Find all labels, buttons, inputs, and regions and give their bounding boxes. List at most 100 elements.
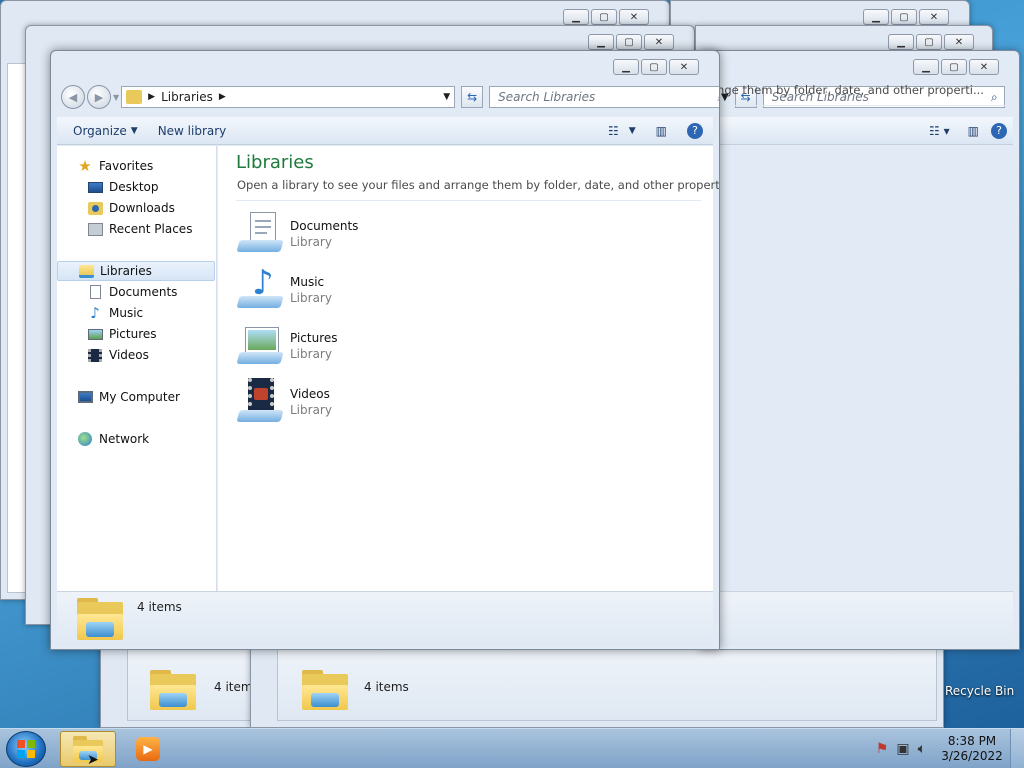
documents-icon — [87, 284, 103, 300]
refresh-icon[interactable]: ⇆ — [461, 86, 484, 108]
nav-libraries[interactable]: Libraries — [57, 261, 215, 281]
change-view-button[interactable]: ☷ ▼ — [598, 124, 646, 138]
background-window-4-caption-buttons: ▁ ▢ ✕ — [888, 34, 974, 50]
clock-time: 8:38 PM — [947, 734, 997, 748]
maximize-icon[interactable]: ▢ — [616, 34, 642, 50]
address-bar[interactable]: ▶ Libraries ▶ ▼ — [121, 86, 456, 108]
recycle-bin-label[interactable]: Recycle Bin — [945, 684, 1014, 698]
details-pane: 4 items — [57, 591, 713, 646]
library-item-type: Library — [290, 403, 332, 417]
close-icon[interactable]: ✕ — [644, 34, 674, 50]
search-placeholder: Search Libraries — [498, 90, 596, 104]
organize-label: Organize — [73, 123, 127, 138]
nav-my-computer[interactable]: My Computer — [57, 387, 215, 407]
page-title: Libraries — [236, 152, 314, 173]
close-icon[interactable]: ✕ — [919, 9, 949, 25]
recent-pages-icon[interactable]: ▼ — [113, 93, 119, 102]
title-divider — [236, 200, 701, 201]
maximize-icon[interactable]: ▢ — [641, 59, 667, 75]
background-window-1-caption-buttons: ▁ ▢ ✕ — [563, 9, 649, 25]
minimize-icon[interactable]: ▁ — [888, 34, 914, 50]
nav-downloads-label: Downloads — [109, 201, 175, 215]
close-icon[interactable]: ✕ — [944, 34, 974, 50]
nav-favorites[interactable]: ★ Favorites — [57, 156, 215, 176]
help-icon[interactable]: ? — [991, 122, 1007, 139]
right-window-caption-buttons: ▁ ▢ ✕ — [913, 59, 999, 75]
library-item-type: Library — [290, 235, 332, 249]
library-item-pictures[interactable]: Pictures Library — [236, 320, 456, 372]
breadcrumb-arrow-icon[interactable]: ▶ — [219, 92, 226, 102]
nav-desktop[interactable]: Desktop — [57, 177, 215, 197]
windows-logo-icon — [17, 740, 35, 758]
action-center-icon[interactable]: ⚑ — [876, 741, 889, 757]
nav-videos[interactable]: Videos — [57, 345, 215, 365]
library-item-videos[interactable]: Videos Library — [236, 376, 456, 428]
preview-pane-icon[interactable]: ▥ — [968, 124, 979, 138]
organize-button[interactable]: Organize ▼ — [63, 124, 148, 138]
background-window-3-caption-buttons: ▁ ▢ ✕ — [588, 34, 674, 50]
folder-icon — [302, 670, 348, 710]
nav-desktop-label: Desktop — [109, 180, 159, 194]
volume-icon[interactable]: 🔈︎ — [918, 741, 926, 757]
desktop-icon — [87, 179, 103, 195]
breadcrumb-libraries[interactable]: Libraries — [161, 90, 213, 104]
minimize-icon[interactable]: ▁ — [563, 9, 589, 25]
library-item-name: Videos — [290, 387, 330, 401]
library-item-name: Music — [290, 275, 325, 289]
nav-downloads[interactable]: Downloads — [57, 198, 215, 218]
maximize-icon[interactable]: ▢ — [941, 59, 967, 75]
minimize-icon[interactable]: ▁ — [588, 34, 614, 50]
network-icon — [77, 431, 93, 447]
network-status-icon[interactable]: ▣ — [896, 741, 909, 757]
taskbar: ➤ ▶ ⚑ ▣ 🔈︎ 8:38 PM 3/26/2022 — [0, 728, 1024, 768]
nav-music[interactable]: ♪ Music — [57, 303, 215, 323]
minimize-icon[interactable]: ▁ — [613, 59, 639, 75]
breadcrumb-arrow-icon[interactable]: ▶ — [148, 92, 155, 102]
command-bar: Organize ▼ New library ☷ ▼ ▥ ? — [57, 117, 713, 145]
new-library-label: New library — [157, 123, 227, 138]
close-icon[interactable]: ✕ — [669, 59, 699, 75]
help-button[interactable]: ? — [677, 122, 713, 139]
nav-documents[interactable]: Documents — [57, 282, 215, 302]
show-desktop-button[interactable] — [1010, 729, 1024, 768]
pictures-icon — [87, 326, 103, 342]
status-item-count: 4 items — [137, 600, 182, 614]
nav-recent-places[interactable]: Recent Places — [57, 219, 215, 239]
nav-pictures[interactable]: Pictures — [57, 324, 215, 344]
minimize-icon[interactable]: ▁ — [913, 59, 939, 75]
search-icon: ⌕ — [717, 90, 719, 105]
chevron-down-icon: ▼ — [628, 125, 636, 136]
library-item-music[interactable]: ♪ Music Library — [236, 264, 456, 316]
maximize-icon[interactable]: ▢ — [891, 9, 917, 25]
content-pane: Libraries Open a library to see your fil… — [218, 146, 719, 591]
music-note-icon: ♪ — [90, 304, 100, 322]
search-icon: ⌕ — [990, 89, 998, 104]
new-library-button[interactable]: New library — [148, 124, 237, 138]
address-row: ◀ ▶ ▼ ▶ Libraries ▶ ▼ ⇆ Search Libraries… — [61, 85, 719, 109]
caption-buttons: ▁ ▢ ✕ — [613, 59, 699, 75]
navigation-pane: ★ Favorites Desktop Downloads Recent Pla… — [57, 146, 217, 591]
library-item-documents[interactable]: Documents Library — [236, 208, 456, 260]
start-button[interactable] — [6, 731, 46, 767]
back-button[interactable]: ◀ — [61, 85, 85, 109]
clock[interactable]: 8:38 PM 3/26/2022 — [934, 734, 1010, 764]
nav-recent-places-label: Recent Places — [109, 222, 193, 236]
maximize-icon[interactable]: ▢ — [591, 9, 617, 25]
views-icon[interactable]: ☷ ▾ — [929, 124, 950, 138]
explorer-window: ▁ ▢ ✕ ◀ ▶ ▼ ▶ Libraries ▶ ▼ ⇆ Search Lib… — [50, 50, 720, 650]
taskbar-explorer-button[interactable]: ➤ — [60, 731, 116, 768]
taskbar-media-player-button[interactable]: ▶ — [120, 731, 176, 767]
preview-pane-button[interactable]: ▥ — [646, 124, 677, 138]
close-icon[interactable]: ✕ — [619, 9, 649, 25]
forward-button[interactable]: ▶ — [87, 85, 111, 109]
maximize-icon[interactable]: ▢ — [916, 34, 942, 50]
address-dropdown-icon[interactable]: ▼ — [443, 92, 450, 102]
minimize-icon[interactable]: ▁ — [863, 9, 889, 25]
folder-icon — [150, 670, 196, 710]
nav-videos-label: Videos — [109, 348, 149, 362]
close-icon[interactable]: ✕ — [969, 59, 999, 75]
nav-network[interactable]: Network — [57, 429, 215, 449]
computer-icon — [77, 389, 93, 405]
search-input[interactable]: Search Libraries ⌕ — [489, 86, 719, 108]
downloads-icon — [87, 200, 103, 216]
